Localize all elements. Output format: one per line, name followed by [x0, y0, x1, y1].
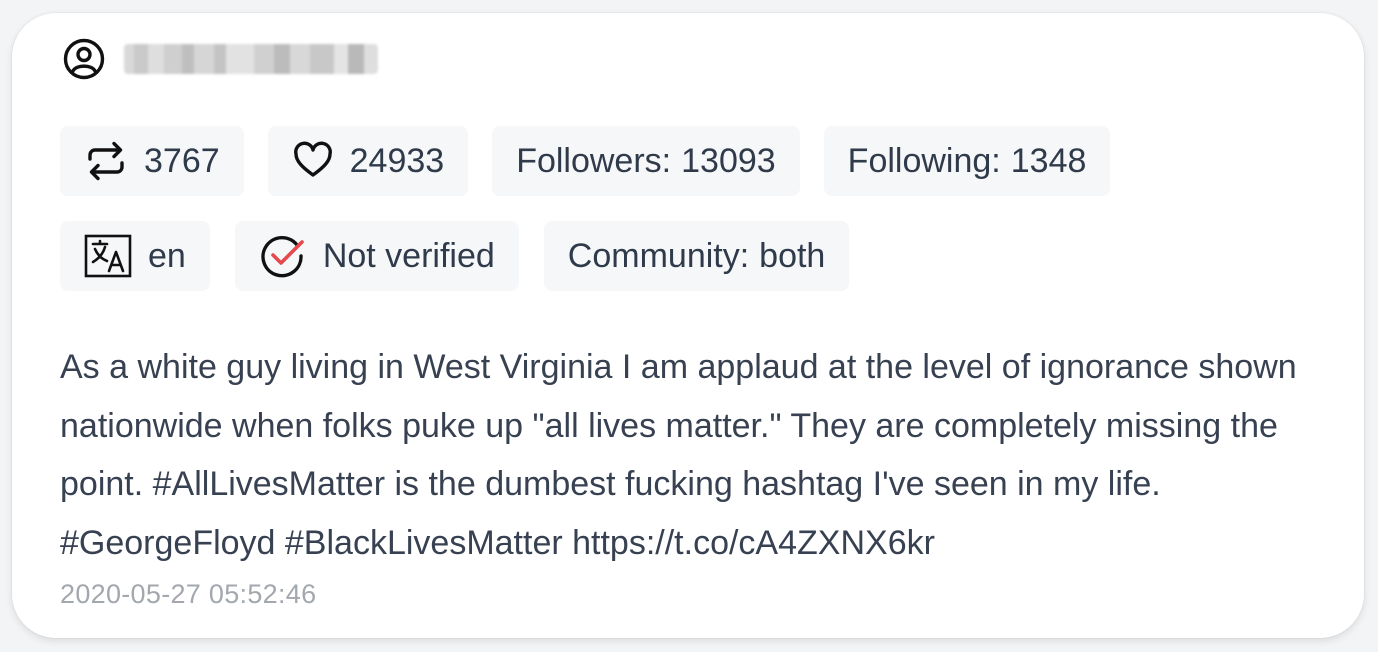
- tweet-card: 3767 24933 Followers: 13093 Following: 1…: [12, 13, 1364, 638]
- followers-label: Followers:: [516, 141, 672, 180]
- username-redacted: [124, 44, 378, 74]
- check-circle-icon: [259, 233, 307, 279]
- community-label: Community:: [567, 236, 750, 275]
- language-value: en: [148, 236, 186, 275]
- verification-chip: Not verified: [234, 221, 519, 291]
- retweet-icon: [84, 139, 128, 183]
- retweet-count: 3767: [144, 141, 220, 180]
- retweet-count-chip: 3767: [60, 126, 244, 196]
- like-count: 24933: [349, 141, 445, 180]
- stats-row: 3767 24933 Followers: 13093 Following: 1…: [60, 126, 1111, 196]
- community-value: both: [759, 236, 826, 275]
- following-label: Following:: [847, 141, 1001, 180]
- user-circle-icon: [62, 37, 106, 81]
- tweet-text: As a white guy living in West Virginia I…: [60, 348, 1297, 562]
- meta-row: en Not verified Community: both: [60, 221, 850, 291]
- translate-icon: [84, 234, 132, 278]
- like-count-chip: 24933: [267, 126, 469, 196]
- following-chip: Following: 1348: [823, 126, 1111, 196]
- language-chip: en: [60, 221, 210, 291]
- user-header: [62, 37, 378, 81]
- community-chip: Community: both: [543, 221, 850, 291]
- tweet-timestamp: 2020-05-27 05:52:46: [60, 579, 317, 609]
- heart-icon: [292, 140, 334, 182]
- followers-count: 13093: [681, 141, 776, 180]
- followers-chip: Followers: 13093: [492, 126, 800, 196]
- following-count: 1348: [1010, 141, 1087, 180]
- verification-status: Not verified: [322, 236, 495, 275]
